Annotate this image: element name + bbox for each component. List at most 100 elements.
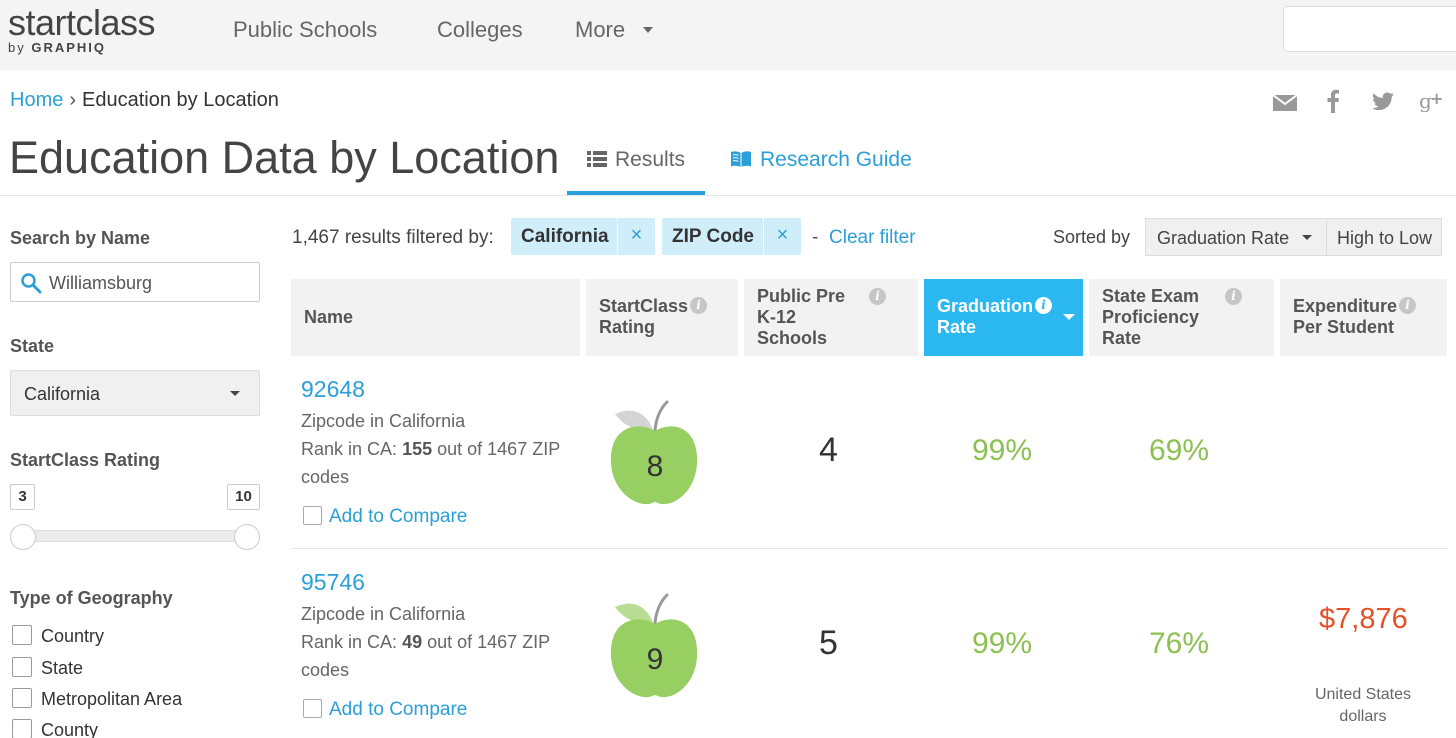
nav-more[interactable]: More [575, 17, 625, 43]
header-divider [0, 195, 1456, 196]
info-icon[interactable]: i [1035, 297, 1052, 314]
clear-filter-link[interactable]: Clear filter [829, 227, 916, 249]
name-search-field[interactable] [10, 262, 260, 302]
tab-results[interactable]: Results [587, 148, 685, 172]
name-search-input[interactable] [49, 271, 249, 295]
email-icon[interactable] [1272, 92, 1298, 118]
geo-option-country[interactable]: Country [12, 625, 104, 647]
tab-results-label: Results [615, 148, 686, 171]
sort-order-button[interactable]: High to Low [1326, 218, 1442, 256]
schools-count: 4 [819, 431, 838, 469]
checkbox[interactable] [303, 699, 322, 718]
checkbox[interactable] [12, 719, 32, 738]
geo-option-label: State [41, 658, 84, 678]
breadcrumb-separator: › [69, 89, 77, 111]
state-select-value: California [24, 384, 101, 404]
sort-field-select[interactable]: Graduation Rate [1145, 218, 1327, 256]
schools-count: 5 [819, 624, 838, 662]
column-header-label: Public Pre K-12 Schools [757, 286, 846, 348]
column-header-public-schools[interactable]: Public Pre K-12 Schools i [744, 279, 918, 356]
google-plus-icon[interactable]: g + [1419, 89, 1445, 118]
chevron-down-icon [230, 391, 240, 396]
rating-slider-track[interactable] [20, 530, 248, 542]
breadcrumb-current: Education by Location [82, 89, 279, 111]
rank-value: 155 [402, 439, 433, 459]
site-search-input[interactable] [1283, 6, 1456, 52]
row-type: Zipcode in California [301, 604, 466, 624]
add-to-compare[interactable]: Add to Compare [303, 699, 467, 721]
apple-rating-icon: 9 [609, 593, 701, 703]
nav-colleges[interactable]: Colleges [437, 17, 523, 43]
column-header-label: Graduation Rate [937, 296, 1034, 337]
checkbox[interactable] [303, 506, 322, 525]
facebook-icon[interactable] [1326, 89, 1340, 119]
info-icon[interactable]: i [869, 288, 886, 305]
twitter-icon[interactable] [1371, 92, 1395, 118]
startclass-rating-label: StartClass Rating [10, 450, 161, 470]
row-divider [292, 548, 1448, 549]
add-to-compare-label: Add to Compare [329, 506, 468, 527]
add-to-compare[interactable]: Add to Compare [303, 506, 467, 528]
apple-rating-icon: 8 [609, 400, 701, 510]
zip-link[interactable]: 95746 [301, 569, 365, 596]
proficiency-rate: 69% [1149, 434, 1210, 467]
filter-chip-california: California × [511, 218, 655, 255]
chevron-down-icon[interactable] [643, 27, 653, 33]
column-header-label: Name [304, 307, 354, 327]
info-icon[interactable]: i [690, 297, 707, 314]
rating-slider-max-handle[interactable] [234, 524, 260, 550]
checkbox[interactable] [12, 625, 32, 645]
graduation-rate: 99% [972, 627, 1033, 660]
search-icon [20, 272, 42, 294]
row-rank: Rank in CA: 155 out of 1467 ZIP codes [301, 439, 560, 487]
info-icon[interactable]: i [1225, 288, 1242, 305]
tab-research-guide-label: Research Guide [760, 148, 912, 171]
filter-chip-label: California [521, 226, 609, 247]
geo-option-county[interactable]: County [12, 719, 98, 738]
geo-option-state[interactable]: State [12, 657, 83, 679]
checkbox[interactable] [12, 657, 32, 677]
sort-desc-icon [1063, 314, 1075, 320]
filter-chip-zip-code: ZIP Code × [662, 218, 801, 255]
column-header-graduation-rate[interactable]: Graduation Rate i [924, 279, 1083, 356]
expenditure-value: $7,876 [1319, 603, 1408, 635]
logo-by-text: by [8, 40, 26, 55]
close-icon[interactable]: × [763, 218, 801, 255]
breadcrumb: Home › Education by Location [10, 89, 279, 112]
column-header-state-exam-proficiency[interactable]: State Exam Proficiency Rate i [1089, 279, 1274, 356]
rating-slider-min-handle[interactable] [10, 524, 36, 550]
rank-value: 49 [402, 632, 423, 652]
rating-value: 9 [646, 643, 664, 676]
column-header-label: State Exam Proficiency Rate [1102, 286, 1200, 348]
chevron-down-icon [1302, 235, 1312, 240]
geo-option-label: Country [41, 626, 105, 646]
checkbox[interactable] [12, 688, 32, 708]
breadcrumb-home-link[interactable]: Home [10, 89, 63, 111]
row-rank: Rank in CA: 49 out of 1467 ZIP codes [301, 632, 550, 680]
top-navigation-bar: startclass by GRAPHIQ Public Schools Col… [0, 0, 1456, 70]
state-label: State [10, 336, 55, 356]
sort-order-label: High to Low [1337, 228, 1433, 248]
column-header-expenditure[interactable]: Expenditure Per Student i [1280, 279, 1447, 356]
tab-research-guide[interactable]: Research Guide [730, 148, 912, 172]
rating-max-value: 10 [227, 484, 260, 510]
close-icon[interactable]: × [617, 218, 655, 255]
results-count: 1,467 results filtered by: [292, 227, 494, 248]
state-select[interactable]: California [10, 370, 260, 416]
info-icon[interactable]: i [1399, 297, 1416, 314]
zip-link[interactable]: 92648 [301, 376, 365, 403]
add-to-compare-label: Add to Compare [329, 699, 468, 720]
filter-chip-label: ZIP Code [672, 226, 754, 247]
row-description: Zipcode in California Rank in CA: 155 ou… [301, 407, 571, 491]
column-header-startclass-rating[interactable]: StartClass Rating i [586, 279, 738, 356]
expenditure-unit: United States dollars [1314, 686, 1412, 725]
logo-brand-text: GRAPHIQ [31, 40, 107, 55]
page-title: Education Data by Location [9, 132, 560, 183]
graduation-rate: 99% [972, 434, 1033, 467]
rating-min-value: 3 [10, 484, 35, 510]
startclass-logo[interactable]: startclass by GRAPHIQ [8, 4, 156, 56]
column-header-name[interactable]: Name [291, 279, 580, 356]
svg-text:+: + [1430, 90, 1443, 108]
geo-option-metropolitan-area[interactable]: Metropolitan Area [12, 688, 182, 710]
nav-public-schools[interactable]: Public Schools [233, 17, 377, 43]
